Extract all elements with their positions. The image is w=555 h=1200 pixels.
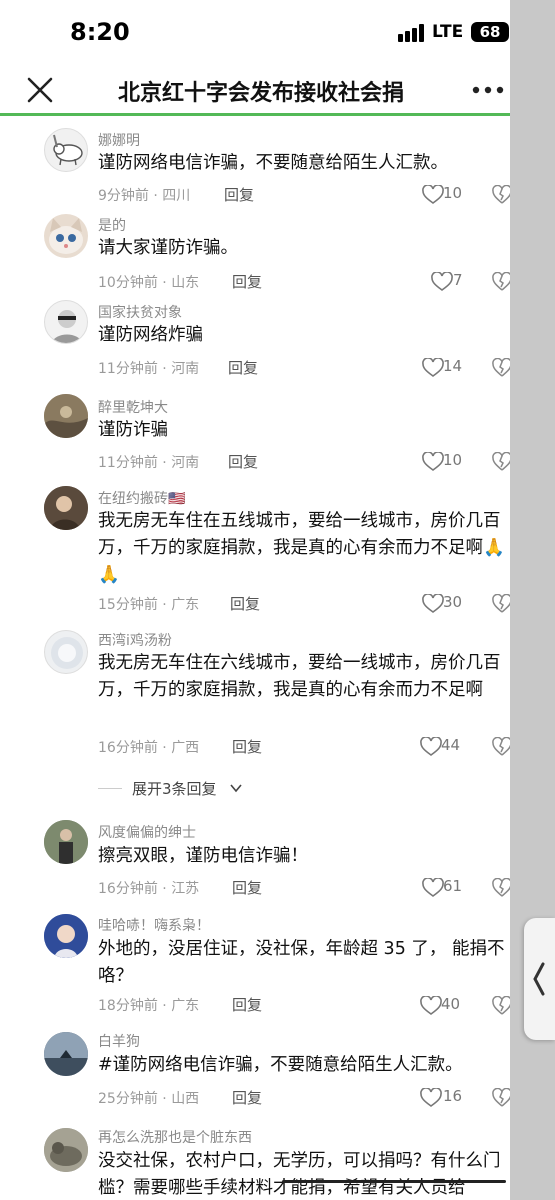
reply-button[interactable]: 回复	[232, 877, 262, 898]
avatar[interactable]	[44, 820, 88, 864]
comment-username[interactable]: 风度偏偏的绅士	[98, 822, 196, 842]
heart-icon[interactable]	[431, 272, 453, 292]
like-count: 16	[443, 1087, 463, 1105]
comment-text: 请大家谨防诈骗。	[98, 238, 238, 258]
heart-icon[interactable]	[422, 878, 444, 898]
avatar[interactable]	[44, 394, 88, 438]
comment-text: 谨防诈骗	[98, 420, 168, 440]
status-bar: 8:20 LTE 68	[0, 0, 510, 64]
page-title: 北京红十字会发布接收社会捐	[118, 81, 405, 106]
comment-meta: 11分钟前 · 河南	[98, 455, 200, 471]
comment-meta: 10分钟前 · 山东	[98, 275, 200, 291]
close-icon[interactable]	[26, 76, 54, 104]
comment-meta: 25分钟前 · 山西	[98, 1091, 200, 1107]
heart-icon[interactable]	[422, 185, 444, 205]
broken-heart-icon[interactable]	[492, 452, 510, 472]
heart-icon[interactable]	[420, 996, 442, 1016]
network-label: LTE	[432, 22, 464, 42]
broken-heart-icon[interactable]	[492, 996, 510, 1016]
like-count: 44	[441, 736, 461, 754]
comment-meta: 16分钟前 · 江苏	[98, 881, 200, 897]
article-header: 北京红十字会发布接收社会捐	[0, 64, 510, 116]
comment-username[interactable]: 再怎么洗那也是个脏东西	[98, 1127, 252, 1147]
reply-button[interactable]: 回复	[228, 451, 258, 472]
comment-meta: 15分钟前 · 广东	[98, 597, 200, 613]
expand-replies-label: 展开3条回复	[132, 780, 217, 798]
avatar[interactable]	[44, 214, 88, 258]
heart-icon[interactable]	[420, 1088, 442, 1108]
comment-text: 我无房无车住在五线城市，要给一线城市，房价几百万，千万的家庭捐款，我是真的心有余…	[98, 511, 505, 585]
like-count: 10	[443, 184, 463, 202]
reply-button[interactable]: 回复	[230, 593, 260, 614]
comment-meta: 11分钟前 · 河南	[98, 361, 200, 377]
reply-button[interactable]: 回复	[232, 994, 262, 1015]
comment-meta: 18分钟前 · 广东	[98, 998, 200, 1014]
reply-button[interactable]: 回复	[232, 271, 262, 292]
broken-heart-icon[interactable]	[492, 358, 510, 378]
reply-button[interactable]: 回复	[232, 736, 262, 757]
comment-text: 谨防网络电信诈骗，不要随意给陌生人汇款。	[98, 153, 448, 173]
chevron-down-icon	[230, 784, 242, 793]
heart-icon[interactable]	[422, 452, 444, 472]
comment-meta: 9分钟前 · 四川	[98, 188, 191, 204]
like-count: 30	[443, 593, 463, 611]
more-icon[interactable]	[470, 78, 506, 102]
avatar[interactable]	[44, 1032, 88, 1076]
broken-heart-icon[interactable]	[492, 737, 510, 757]
divider	[98, 788, 122, 789]
comment-text: #谨防网络电信诈骗，不要随意给陌生人汇款。	[98, 1055, 463, 1075]
app-screen: 8:20 LTE 68 北京红十字会发布接收社会捐 娜娜明 谨防网络电信诈骗，不…	[0, 0, 510, 1200]
like-count: 40	[441, 995, 461, 1013]
avatar[interactable]	[44, 1128, 88, 1172]
avatar[interactable]	[44, 128, 88, 172]
chevron-left-icon	[533, 962, 545, 996]
status-time: 8:20	[70, 18, 130, 46]
comment-username[interactable]: 娜娜明	[98, 130, 140, 150]
reply-button[interactable]: 回复	[224, 184, 254, 205]
heart-icon[interactable]	[422, 594, 444, 614]
comment-username[interactable]: 哇哈哧！嗨系枭！	[98, 915, 210, 935]
broken-heart-icon[interactable]	[492, 185, 510, 205]
comment-username[interactable]: 是的	[98, 215, 126, 235]
reply-button[interactable]: 回复	[228, 357, 258, 378]
like-count: 10	[443, 451, 463, 469]
heart-icon[interactable]	[420, 737, 442, 757]
battery-icon: 68	[471, 22, 509, 42]
avatar[interactable]	[44, 630, 88, 674]
broken-heart-icon[interactable]	[492, 1088, 510, 1108]
avatar[interactable]	[44, 300, 88, 344]
comment-username[interactable]: 国家扶贫对象	[98, 302, 182, 322]
comment-username[interactable]: 在纽约搬砖🇺🇸	[98, 488, 185, 508]
scroll-indicator	[282, 1180, 506, 1183]
broken-heart-icon[interactable]	[492, 272, 510, 292]
side-handle[interactable]	[524, 918, 555, 1040]
heart-icon[interactable]	[422, 358, 444, 378]
reply-button[interactable]: 回复	[232, 1087, 262, 1108]
comment-text: 外地的，没居住证，没社保，年龄超 35 了， 能捐不咯？	[98, 939, 505, 986]
like-count: 7	[453, 271, 463, 289]
comment-text: 谨防网络炸骗	[98, 325, 203, 345]
broken-heart-icon[interactable]	[492, 878, 510, 898]
like-count: 61	[443, 877, 463, 895]
comment-username[interactable]: 西湾i鸡汤粉	[98, 630, 172, 650]
like-count: 14	[443, 357, 463, 375]
comment-username[interactable]: 醉里乾坤大	[98, 397, 168, 417]
avatar[interactable]	[44, 486, 88, 530]
comment-text: 没交社保，农村户口，无学历，可以捐吗？有什么门槛？需要哪些手续材料才能捐，希望有…	[98, 1151, 501, 1198]
comment-meta: 16分钟前 · 广西	[98, 740, 200, 756]
broken-heart-icon[interactable]	[492, 594, 510, 614]
avatar[interactable]	[44, 914, 88, 958]
comment-text: 我无房无车住在六线城市，要给一线城市，房价几百万，千万的家庭捐款，我是真的心有余…	[98, 653, 501, 700]
comment-username[interactable]: 白羊狗	[98, 1031, 140, 1051]
comment-text: 擦亮双眼，谨防电信诈骗！	[98, 846, 308, 866]
